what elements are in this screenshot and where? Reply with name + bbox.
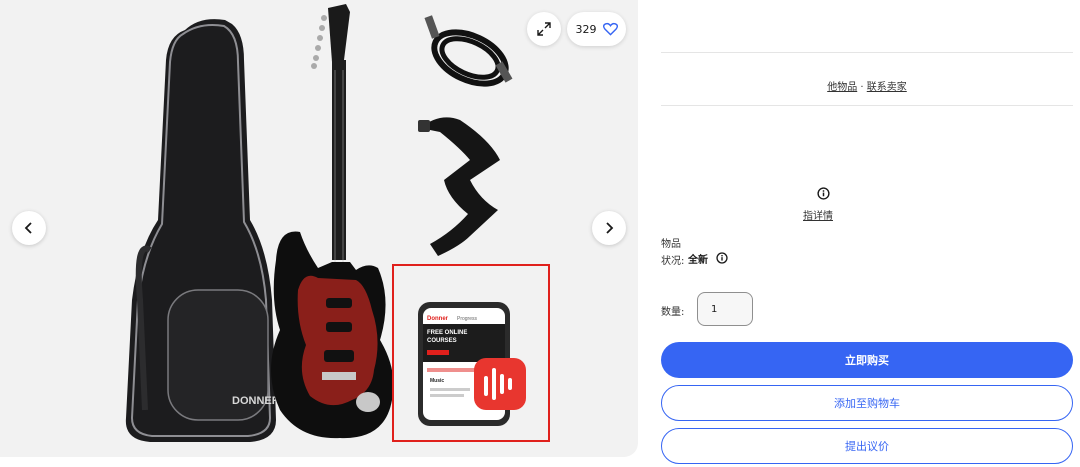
expand-icon	[537, 22, 551, 36]
buy-now-label: 立即购买	[845, 354, 889, 367]
info-icon[interactable]	[716, 252, 728, 264]
condition-label: 物品状况:	[661, 239, 685, 267]
gig-bag: DONNER	[125, 19, 280, 442]
highlight-frame	[392, 264, 550, 442]
quantity-input[interactable]	[697, 292, 753, 326]
info-icon[interactable]	[817, 187, 830, 200]
previous-image-button[interactable]	[12, 211, 46, 245]
chevron-left-icon	[24, 222, 32, 234]
make-offer-label: 提出议价	[845, 440, 889, 453]
next-image-button[interactable]	[592, 211, 626, 245]
fullscreen-button[interactable]	[527, 12, 561, 46]
divider	[661, 52, 1073, 53]
make-offer-button[interactable]: 提出议价	[661, 428, 1073, 464]
details-link[interactable]: 指详情	[661, 207, 975, 222]
divider	[661, 105, 1073, 106]
add-to-cart-button[interactable]: 添加至购物车	[661, 385, 1073, 421]
electric-guitar	[271, 4, 394, 439]
watch-button[interactable]: 329	[567, 12, 626, 46]
quantity-label: 数量:	[661, 307, 685, 318]
buy-now-button[interactable]: 立即购买	[661, 342, 1073, 378]
heart-icon	[602, 22, 618, 36]
link-separator: ·	[857, 82, 867, 93]
condition-value: 全新	[688, 255, 708, 266]
seller-links: 他物品 · 联系卖家	[661, 78, 1073, 93]
watch-count: 329	[575, 22, 597, 36]
contact-seller-link[interactable]: 联系卖家	[867, 82, 907, 93]
other-items-link[interactable]: 他物品	[827, 82, 857, 93]
guitar-strap	[418, 117, 500, 256]
chevron-right-icon	[606, 222, 614, 234]
bag-brand-text: DONNER	[232, 395, 280, 407]
add-to-cart-label: 添加至购物车	[834, 397, 900, 410]
image-gallery[interactable]: DONNER Donner Progress FREE ONLINE COURS…	[0, 0, 638, 457]
purchase-panel: 他物品 · 联系卖家 指详情 物品状况: 全新 数量: 立即购买 添加至购物车 …	[661, 0, 1073, 467]
instrument-cable	[424, 15, 513, 87]
